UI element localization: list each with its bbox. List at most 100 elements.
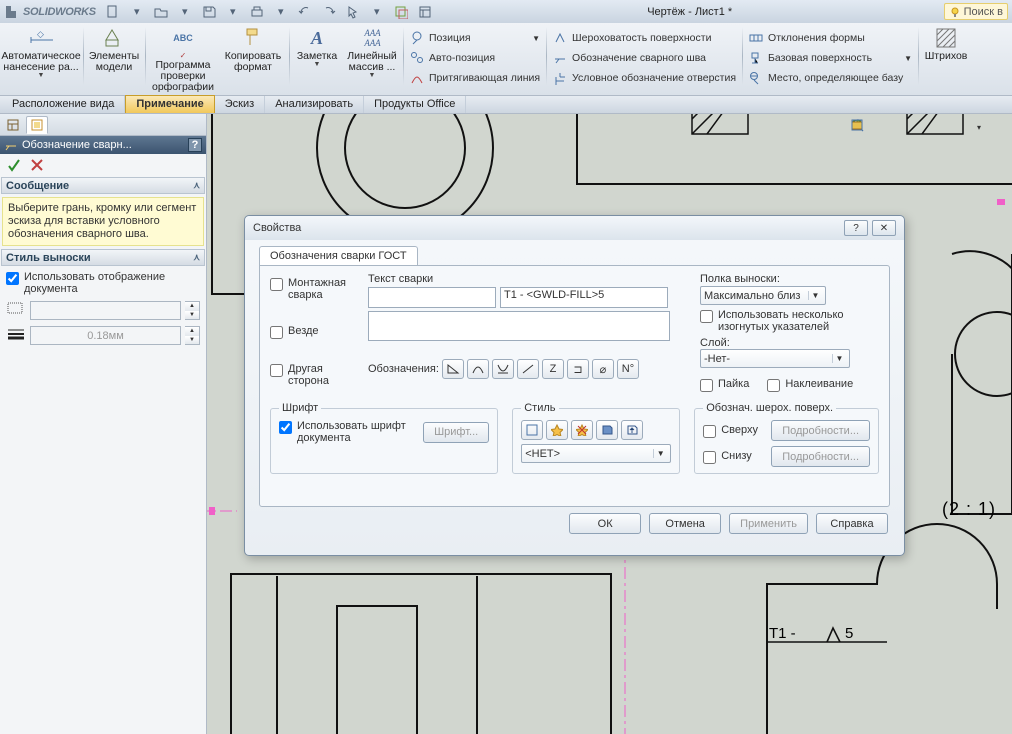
chk-use-doc-display[interactable]: Использовать отображение документа [6, 271, 200, 295]
rebuild-icon[interactable] [390, 3, 412, 21]
dialog-titlebar[interactable]: Свойства ? ✕ [245, 216, 904, 240]
help-button[interactable]: ? [844, 220, 868, 236]
leader-style-header[interactable]: Стиль выноски⋏ [1, 249, 205, 266]
ribbon-note[interactable]: A Заметка▼ [292, 25, 342, 95]
dd-icon[interactable]: ▾ [970, 118, 988, 136]
weld-text-extra[interactable] [368, 311, 670, 341]
sym-degree[interactable]: N° [617, 359, 639, 379]
ribbon-linear-pattern[interactable]: A A AA A A Линейный массив ...▼ [344, 25, 400, 95]
style-del-icon[interactable] [571, 420, 593, 440]
chk-doc-font[interactable]: Использовать шрифт документа [279, 420, 413, 444]
tab-sketch[interactable]: Эскиз [215, 96, 265, 113]
tab-view-layout[interactable]: Расположение вида [2, 96, 125, 113]
dd-icon[interactable]: ▾ [270, 3, 292, 21]
ribbon-hole-callout[interactable]: Условное обозначение отверстия [549, 68, 739, 88]
svg-text:◇: ◇ [37, 29, 44, 39]
combo-style[interactable]: <НЕТ>▼ [521, 444, 671, 463]
sym-flat[interactable] [517, 359, 539, 379]
ribbon-auto-dimension[interactable]: ◇ Автоматическое нанесение ра...▼ [2, 25, 80, 95]
svg-text:5: 5 [845, 625, 853, 642]
close-button[interactable]: ✕ [872, 220, 896, 236]
options-icon[interactable] [414, 3, 436, 21]
print-icon[interactable] [246, 3, 268, 21]
zoom-area-icon[interactable] [870, 118, 888, 136]
combo-leader[interactable]: Максимально близ▼ [700, 286, 826, 305]
sym-diameter[interactable]: ⌀ [592, 359, 614, 379]
properties-dialog: Свойства ? ✕ Обозначения сварки ГОСТ Мон… [244, 215, 905, 556]
chk-solder[interactable]: Пайка [700, 378, 749, 392]
btn-sf-top: Подробности... [771, 420, 870, 441]
ribbon-format-painter[interactable]: Копировать формат [220, 25, 286, 95]
sym-convex[interactable] [467, 359, 489, 379]
ribbon-datum[interactable]: Базовая поверхность▼ [745, 48, 915, 68]
btn-cancel[interactable]: Отмена [649, 513, 721, 534]
dd-icon[interactable]: ▾ [366, 3, 388, 21]
redo-icon[interactable] [318, 3, 340, 21]
svg-text:T1 -: T1 - [769, 625, 796, 642]
dd-icon[interactable]: ▾ [126, 3, 148, 21]
section-view-icon[interactable] [910, 118, 928, 136]
ribbon-balloon[interactable]: Позиция▼ [406, 28, 543, 48]
display-style-icon[interactable] [930, 118, 948, 136]
ribbon-magnetic-line[interactable]: Притягивающая линия [406, 68, 543, 88]
tab-office[interactable]: Продукты Office [364, 96, 466, 113]
weld-text-prefix[interactable] [368, 287, 496, 308]
sym-concave[interactable] [492, 359, 514, 379]
sym-bracket[interactable]: ⊐ [567, 359, 589, 379]
ribbon-auto-balloon[interactable]: Авто-позиция [406, 48, 543, 68]
chk-other-side[interactable]: Другая сторона [270, 363, 356, 387]
side-tab-property[interactable] [26, 116, 48, 134]
dd-icon[interactable]: ▾ [222, 3, 244, 21]
ribbon-surface-finish[interactable]: Шероховатость поверхности [549, 28, 739, 48]
style-save-icon[interactable] [596, 420, 618, 440]
select-icon[interactable] [342, 3, 364, 21]
chk-multi-jog[interactable]: Использовать несколько изогнутых указате… [700, 309, 868, 333]
save-icon[interactable] [198, 3, 220, 21]
leader-thickness-field: 0.18мм [30, 326, 181, 345]
lbl-layer: Слой: [700, 337, 868, 349]
chk-glue[interactable]: Наклеивание [767, 378, 853, 392]
weld-text-main[interactable]: T1 - <GWLD-FILL>5 [500, 287, 668, 308]
bulb-icon [949, 6, 961, 18]
ok-icon[interactable] [6, 157, 22, 173]
cancel-icon[interactable] [30, 158, 44, 172]
open-file-icon[interactable] [150, 3, 172, 21]
combo-layer[interactable]: -Нет-▼ [700, 349, 850, 368]
chk-all-around[interactable]: Везде [270, 325, 356, 339]
style-load-icon[interactable] [621, 420, 643, 440]
sym-z[interactable]: Z [542, 359, 564, 379]
ribbon-spellcheck[interactable]: ABC ✓ Программа проверки орфографии [148, 25, 218, 95]
pm-header: Обозначение сварн... ? [0, 136, 206, 154]
dialog-tab-gost[interactable]: Обозначения сварки ГОСТ [259, 246, 418, 265]
chk-sf-top[interactable]: Сверху [703, 424, 765, 438]
msg-header[interactable]: Сообщение⋏ [1, 177, 205, 194]
undo-icon[interactable] [294, 3, 316, 21]
ribbon-weld-symbol[interactable]: Обозначение сварного шва [549, 48, 739, 68]
quick-access-toolbar: ▾ ▾ ▾ ▾ ▾ [102, 3, 436, 21]
tab-annotation[interactable]: Примечание [125, 95, 214, 113]
sym-fillet[interactable] [442, 359, 464, 379]
style-add-icon[interactable] [546, 420, 568, 440]
search-box[interactable]: Поиск в [944, 3, 1008, 20]
leader-thickness-icon[interactable] [6, 327, 26, 344]
ribbon-hatch[interactable]: Штрихов [921, 25, 971, 95]
side-tab-feature[interactable] [2, 116, 24, 134]
view-toolbar: ▾ [850, 118, 988, 136]
chk-sf-bot[interactable]: Снизу [703, 450, 765, 464]
btn-help[interactable]: Справка [816, 513, 888, 534]
help-button[interactable]: ? [188, 138, 202, 152]
dd-icon[interactable]: ▾ [174, 3, 196, 21]
prev-view-icon[interactable] [890, 118, 908, 136]
lbl-leader-shelf: Полка выноски: [700, 273, 868, 285]
chk-field-weld[interactable]: Монтажная сварка [270, 277, 356, 301]
style-apply-icon[interactable] [521, 420, 543, 440]
new-file-icon[interactable] [102, 3, 124, 21]
tab-evaluate[interactable]: Анализировать [265, 96, 364, 113]
btn-ok[interactable]: ОК [569, 513, 641, 534]
hide-show-icon[interactable] [950, 118, 968, 136]
ribbon-datum-target[interactable]: Место, определяющее базу [745, 68, 915, 88]
ribbon-geo-tolerance[interactable]: Отклонения формы [745, 28, 915, 48]
grp-style: Стиль <НЕТ>▼ [512, 402, 680, 474]
ribbon-model-items[interactable]: Элементы модели [86, 25, 142, 95]
leader-style-icon[interactable] [6, 302, 26, 319]
